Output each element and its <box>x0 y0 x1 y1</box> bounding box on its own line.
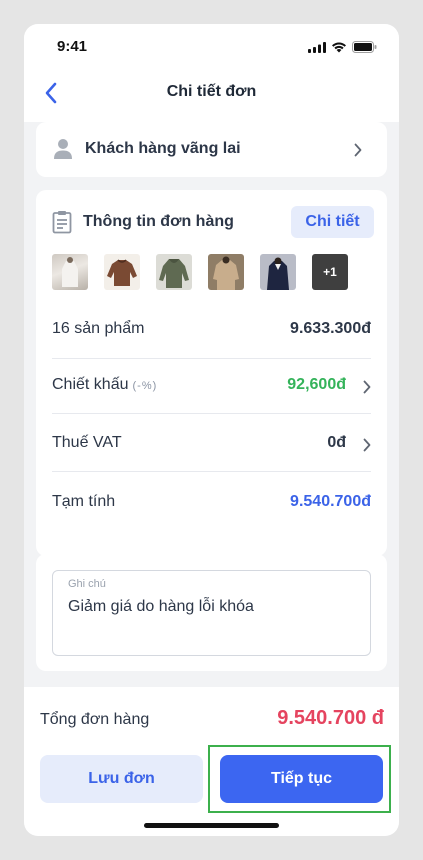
note-card: Ghi chú Giảm giá do hàng lỗi khóa <box>36 554 387 671</box>
product-thumbnail[interactable] <box>104 254 140 290</box>
header-area: 9:41 Chi tiết đơn <box>24 24 399 122</box>
vat-label: Thuế VAT <box>52 434 122 451</box>
user-icon <box>54 139 72 159</box>
discount-label: Chiết khấu <box>52 376 129 393</box>
discount-label-wrap: Chiết khấu (-%) <box>52 376 157 394</box>
chevron-right-icon <box>354 143 362 157</box>
product-thumbnails: +1 <box>52 254 348 290</box>
continue-button[interactable]: Tiếp tục <box>220 755 383 803</box>
save-order-button[interactable]: Lưu đơn <box>40 755 203 803</box>
subtotal-row: Tạm tính 9.540.700đ <box>52 475 371 531</box>
product-thumbnail[interactable] <box>156 254 192 290</box>
clipboard-icon <box>52 211 72 234</box>
order-info-title: Thông tin đơn hàng <box>83 213 234 230</box>
phone-screen: 9:41 Chi tiết đơn Khách hàng vãng lai Th… <box>24 24 399 836</box>
vat-value: 0đ <box>327 434 346 451</box>
customer-selector[interactable]: Khách hàng vãng lai <box>36 122 387 177</box>
product-count-label: 16 sản phẩm <box>52 320 145 337</box>
checkout-footer: Tổng đơn hàng 9.540.700 đ Lưu đơn Tiếp t… <box>24 687 399 836</box>
more-products-badge[interactable]: +1 <box>312 254 348 290</box>
product-thumbnail[interactable] <box>208 254 244 290</box>
product-thumbnail[interactable] <box>52 254 88 290</box>
product-count-row: 16 sản phẩm 9.633.300đ <box>52 302 371 358</box>
status-icons <box>308 41 377 53</box>
order-info-card: Thông tin đơn hàng Chi tiết +1 16 sản ph… <box>36 190 387 556</box>
subtotal-label: Tạm tính <box>52 493 116 510</box>
battery-icon <box>352 41 377 53</box>
wifi-icon <box>332 42 346 52</box>
signal-icon <box>308 41 326 53</box>
subtotal-value: 9.540.700đ <box>290 493 371 510</box>
detail-button[interactable]: Chi tiết <box>291 206 374 238</box>
discount-row[interactable]: Chiết khấu (-%) 92,600đ <box>52 358 371 414</box>
product-thumbnail[interactable] <box>260 254 296 290</box>
page-title: Chi tiết đơn <box>166 83 257 100</box>
note-field[interactable]: Ghi chú Giảm giá do hàng lỗi khóa <box>52 570 371 656</box>
total-value: 9.540.700 đ <box>277 707 384 729</box>
home-indicator <box>144 823 279 828</box>
note-value: Giảm giá do hàng lỗi khóa <box>68 598 254 615</box>
chevron-right-icon <box>363 438 371 452</box>
note-label: Ghi chú <box>68 578 106 590</box>
divider <box>52 471 371 472</box>
vat-row[interactable]: Thuế VAT 0đ <box>52 416 371 472</box>
nav-bar: Chi tiết đơn <box>24 68 399 118</box>
discount-sub-label: (-%) <box>132 380 158 392</box>
chevron-right-icon <box>363 380 371 394</box>
total-label: Tổng đơn hàng <box>40 711 150 728</box>
status-time: 9:41 <box>57 38 88 55</box>
status-bar: 9:41 <box>24 24 399 68</box>
product-total-value: 9.633.300đ <box>290 320 371 337</box>
divider <box>52 413 371 414</box>
discount-value: 92,600đ <box>287 376 346 393</box>
customer-name: Khách hàng vãng lai <box>85 140 241 157</box>
